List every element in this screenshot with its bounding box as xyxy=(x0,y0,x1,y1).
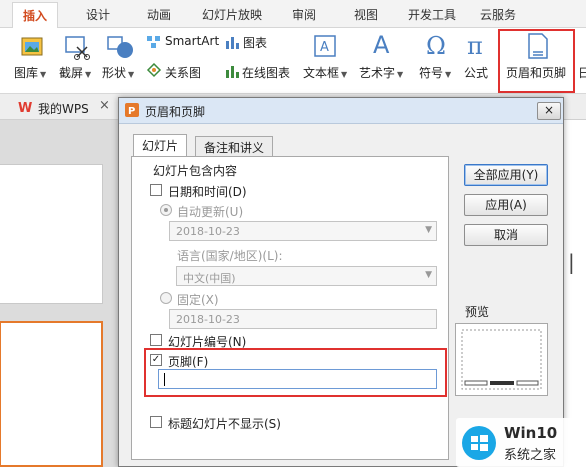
tab-view[interactable]: 视图 xyxy=(354,6,378,23)
screenshot-icon[interactable] xyxy=(63,33,91,64)
preview-label: 预览 xyxy=(465,305,490,319)
tab-cloud[interactable]: 云服务 xyxy=(480,6,516,23)
fixed-date-radio[interactable] xyxy=(160,292,172,304)
tab-slideshow[interactable]: 幻灯片放映 xyxy=(202,6,262,23)
textbox-button[interactable]: 文本框 ▼ xyxy=(303,64,347,81)
shapes-label: 形状 xyxy=(102,66,127,80)
dialog-title-bar[interactable]: P 页眉和页脚 × xyxy=(119,98,563,124)
svg-text:A: A xyxy=(320,40,329,55)
formula-pi-icon[interactable]: π xyxy=(464,31,490,62)
online-chart-icon[interactable] xyxy=(224,63,240,82)
online-chart-button[interactable]: 在线图表 xyxy=(242,64,290,81)
language-combobox[interactable]: 中文(中国) ▼ xyxy=(176,266,437,286)
apply-all-button[interactable]: 全部应用(Y) xyxy=(464,164,548,186)
tab-slides[interactable]: 幻灯片 xyxy=(133,134,188,157)
smartart-button[interactable]: SmartArt xyxy=(165,34,219,48)
tab-design[interactable]: 设计 xyxy=(86,6,110,23)
screenshot-button[interactable]: 截屏 ▼ xyxy=(59,64,91,81)
picture-library-icon[interactable] xyxy=(20,34,46,63)
windows-logo-icon xyxy=(462,426,496,460)
symbol-button[interactable]: 符号 ▼ xyxy=(419,64,451,81)
ribbon-tab-bar: 插入 设计 动画 幻灯片放映 审阅 视图 开发工具 云服务 xyxy=(0,0,586,28)
fixed-date-field[interactable]: 2018-10-23 xyxy=(169,309,437,329)
fixed-date-label: 固定(X) xyxy=(177,293,219,307)
dialog-title: 页眉和页脚 xyxy=(145,105,206,119)
chart-button[interactable]: 图表 xyxy=(243,34,267,51)
watermark-badge: Win10 系统之家 xyxy=(456,418,586,467)
textbox-icon[interactable]: A xyxy=(313,34,337,61)
slide-thumbnail-1[interactable] xyxy=(0,164,103,304)
section-title: 幻灯片包含内容 xyxy=(153,164,238,178)
picture-library-button[interactable]: 图库 ▼ xyxy=(14,64,46,81)
svg-text:P: P xyxy=(128,106,135,117)
picture-library-label: 图库 xyxy=(14,66,39,80)
svg-text:Ω: Ω xyxy=(426,32,446,59)
combobox-arrow-icon: ▼ xyxy=(425,270,432,280)
preview-slide-icon xyxy=(461,329,542,390)
combobox-arrow-icon: ▼ xyxy=(425,225,432,235)
watermark-subtitle: 系统之家 xyxy=(504,448,557,463)
datetime-label: 日期和时间(D) xyxy=(168,185,247,199)
slide-number-checkbox[interactable] xyxy=(150,334,162,346)
tab-notes-handouts[interactable]: 备注和讲义 xyxy=(195,136,274,156)
svg-text:A: A xyxy=(373,31,390,58)
smartart-icon[interactable] xyxy=(146,35,162,52)
chart-icon[interactable] xyxy=(224,34,240,53)
tab-insert[interactable]: 插入 xyxy=(12,2,59,28)
auto-date-value: 2018-10-23 xyxy=(176,225,240,238)
screenshot-label: 截屏 xyxy=(59,66,84,80)
footer-text-input[interactable] xyxy=(158,369,437,389)
hide-on-title-checkbox[interactable] xyxy=(150,416,162,428)
tab-close-icon[interactable]: × xyxy=(99,98,110,113)
cancel-button[interactable]: 取消 xyxy=(464,224,548,246)
shapes-icon[interactable] xyxy=(106,34,134,63)
datetime-checkbox[interactable] xyxy=(150,184,162,196)
shapes-button[interactable]: 形状 ▼ xyxy=(102,64,134,81)
my-wps-tab[interactable]: 我的WPS xyxy=(38,100,89,117)
wordart-button[interactable]: 艺术字 ▼ xyxy=(359,64,403,81)
wordart-icon[interactable]: A xyxy=(370,30,396,61)
watermark-brand: Win10 xyxy=(504,424,558,442)
relation-diagram-button[interactable]: 关系图 xyxy=(165,64,201,81)
auto-date-combobox[interactable]: 2018-10-23 ▼ xyxy=(169,221,437,241)
symbol-label: 符号 xyxy=(419,66,444,80)
relation-diagram-icon[interactable] xyxy=(146,62,162,82)
slide-thumbnail-2-selected[interactable] xyxy=(0,321,103,467)
language-value: 中文(中国) xyxy=(183,272,236,285)
tab-review[interactable]: 审阅 xyxy=(292,6,316,23)
text-caret xyxy=(164,373,165,386)
formula-button[interactable]: 公式 xyxy=(464,64,488,81)
svg-text:π: π xyxy=(467,32,483,59)
language-label: 语言(国家/地区)(L): xyxy=(177,249,283,263)
auto-update-label: 自动更新(U) xyxy=(177,205,244,219)
auto-update-radio[interactable] xyxy=(160,204,172,216)
hide-on-title-label: 标题幻灯片不显示(S) xyxy=(168,417,281,431)
tab-developer[interactable]: 开发工具 xyxy=(408,6,456,23)
preview-pane xyxy=(455,323,548,396)
dialog-close-button[interactable]: × xyxy=(537,102,561,120)
slide-thumbnail-pane xyxy=(0,120,118,467)
svg-text:W: W xyxy=(18,101,32,114)
wps-logo-icon: W xyxy=(18,100,34,117)
header-footer-dialog: P 页眉和页脚 × 幻灯片 备注和讲义 幻灯片包含内容 日期和时间(D) 自动更… xyxy=(118,97,564,467)
tab-animation[interactable]: 动画 xyxy=(147,6,171,23)
symbol-omega-icon[interactable]: Ω xyxy=(424,31,450,62)
wordart-label: 艺术字 xyxy=(359,66,396,80)
fixed-date-value: 2018-10-23 xyxy=(176,313,240,326)
dialog-app-icon: P xyxy=(125,103,139,120)
header-footer-highlight-box xyxy=(498,29,575,93)
date-button-partial[interactable]: 日 xyxy=(578,64,586,81)
apply-button[interactable]: 应用(A) xyxy=(464,194,548,216)
slide-text-fragment: | xyxy=(568,250,575,274)
textbox-label: 文本框 xyxy=(303,66,340,80)
